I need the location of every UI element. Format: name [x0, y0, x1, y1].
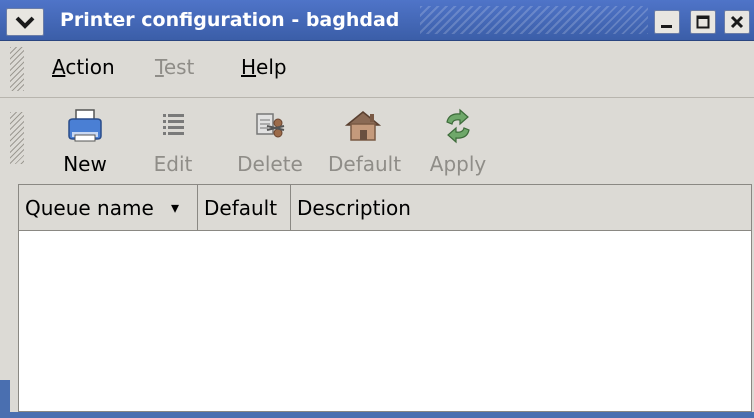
- new-button[interactable]: New: [50, 98, 120, 184]
- menu-action-label: ction: [65, 55, 115, 79]
- scissors-icon: [256, 113, 285, 138]
- title-bar-pattern: [420, 6, 648, 34]
- default-button[interactable]: Default: [328, 98, 402, 184]
- close-icon: [730, 15, 744, 29]
- window-bottom-edge: [0, 412, 754, 418]
- printer-icon: [68, 109, 102, 142]
- menu-help-accesskey: H: [241, 55, 257, 79]
- column-header-default[interactable]: Default: [198, 185, 291, 231]
- sort-descending-icon: ▾: [171, 198, 180, 217]
- edit-button-label: Edit: [153, 152, 193, 176]
- window-menu-button[interactable]: [6, 8, 44, 36]
- default-button-label: Default: [328, 152, 402, 176]
- menu-action[interactable]: Action: [52, 55, 115, 79]
- toolbar: New Edit Delete Default Apply: [0, 98, 754, 184]
- close-button[interactable]: [724, 10, 750, 34]
- minimize-button[interactable]: [654, 10, 680, 34]
- column-header-queue-name[interactable]: Queue name ▾: [19, 185, 198, 231]
- queue-list-body[interactable]: [19, 231, 751, 411]
- edit-button[interactable]: Edit: [138, 98, 208, 184]
- minimize-icon: [661, 25, 672, 28]
- menu-action-accesskey: A: [52, 55, 66, 79]
- menu-test-label: est: [163, 55, 195, 79]
- apply-button-label: Apply: [429, 152, 487, 176]
- column-header-description[interactable]: Description: [291, 185, 751, 231]
- window-title: Printer configuration - baghdad: [60, 9, 400, 31]
- refresh-icon: [446, 108, 470, 144]
- toolbar-grip-handle[interactable]: [10, 112, 24, 164]
- title-bar[interactable]: Printer configuration - baghdad: [0, 0, 754, 41]
- menu-test[interactable]: Test: [155, 55, 194, 79]
- chevron-down-icon: [15, 16, 35, 29]
- list-icon: [163, 114, 184, 135]
- maximize-button[interactable]: [690, 10, 716, 34]
- menu-help-label: elp: [256, 55, 287, 79]
- menubar-grip-handle[interactable]: [10, 47, 24, 91]
- column-header-queue-name-label: Queue name: [25, 196, 154, 220]
- menu-help[interactable]: Help: [241, 55, 287, 79]
- column-header-description-label: Description: [297, 196, 411, 220]
- maximize-icon: [696, 15, 710, 29]
- printer-queue-list[interactable]: Queue name ▾ Default Description: [18, 184, 752, 412]
- delete-button[interactable]: Delete: [235, 98, 305, 184]
- new-button-label: New: [63, 152, 107, 176]
- home-icon: [344, 111, 382, 141]
- delete-button-label: Delete: [237, 152, 303, 176]
- printer-config-window: Printer configuration - baghdad Action T…: [0, 0, 754, 418]
- menu-test-accesskey: T: [155, 55, 164, 79]
- apply-button[interactable]: Apply: [423, 98, 493, 184]
- menu-bar: Action Test Help: [0, 41, 754, 98]
- column-header-default-label: Default: [204, 196, 278, 220]
